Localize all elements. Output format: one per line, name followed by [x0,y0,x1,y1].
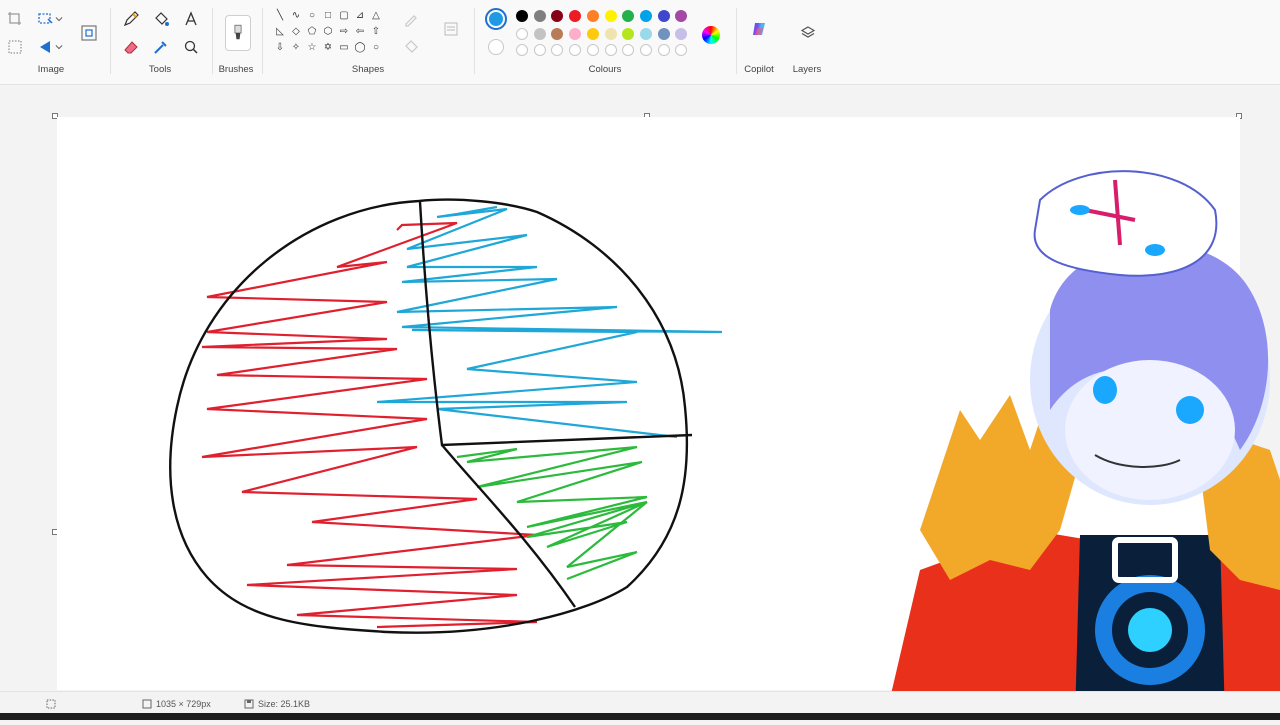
custom-colour-slot[interactable] [604,44,617,56]
separator [262,8,263,74]
taskbar-edge [0,713,1280,720]
shape-callout-rect-icon[interactable]: ▭ [338,42,350,54]
colour-swatch[interactable] [551,10,564,22]
ribbon: Image Tools Brushes ╲ ∿ ○ □ ▢ ⊿ △ ◺ ◇ ⬠ … [0,0,1280,85]
custom-colour-slot[interactable] [622,44,635,56]
shape-curve-icon[interactable]: ∿ [290,10,302,22]
colour-swatch[interactable] [516,28,528,40]
pie-divider [441,444,576,608]
shape-polygon-icon[interactable]: ⊿ [354,10,366,22]
shape-hexagon-icon[interactable]: ⬡ [322,26,334,38]
shape-rounded-rect-icon[interactable]: ▢ [338,10,350,22]
crop-icon[interactable] [4,8,26,30]
canvas-size-text: 1035 × 729px [156,699,211,709]
colour-swatch[interactable] [533,10,546,22]
group-label-colours: Colours [588,64,622,75]
eraser-icon[interactable] [120,36,142,58]
brush-icon [234,24,242,40]
custom-colour-slot[interactable] [657,44,670,56]
file-size-text: Size: 25.1KB [258,699,311,709]
primary-colour-button[interactable] [485,8,507,30]
separator [736,8,737,74]
shape-triangle-icon[interactable]: △ [370,10,382,22]
save-icon [244,699,254,709]
colour-swatch[interactable] [657,28,670,40]
colour-swatch[interactable] [675,10,688,22]
custom-colour-slot[interactable] [533,44,546,56]
group-label-brushes: Brushes [218,64,254,75]
shape-right-triangle-icon[interactable]: ◺ [274,26,286,38]
separator [474,8,475,74]
shape-rectangle-icon[interactable]: □ [322,10,334,22]
avatar [880,150,1280,720]
colour-swatch[interactable] [639,28,652,40]
colour-swatch[interactable] [516,10,528,22]
flip-dropdown-icon[interactable] [52,36,66,58]
colour-swatch[interactable] [533,28,546,40]
group-label-layers: Layers [792,64,822,75]
group-label-shapes: Shapes [351,64,385,75]
custom-colour-slot[interactable] [551,44,564,56]
custom-colour-slot[interactable] [586,44,599,56]
separator [110,8,111,74]
shape-arrow-down-icon[interactable]: ⇩ [274,42,286,54]
green-scribble [456,445,648,581]
layers-icon[interactable] [797,22,819,44]
colour-swatch[interactable] [622,28,635,40]
text-icon[interactable] [180,8,202,30]
colour-swatch[interactable] [657,10,670,22]
colour-swatch[interactable] [604,28,617,40]
canvas-size-icon [142,699,152,709]
file-size-status: Size: 25.1KB [244,699,310,709]
shape-star4-icon[interactable]: ✧ [290,42,302,54]
shape-size-icon[interactable] [440,18,462,40]
group-label-tools: Tools [148,64,172,75]
colour-swatch[interactable] [551,28,564,40]
primary-colour-swatch [489,12,503,26]
pencil-icon[interactable] [120,8,142,30]
outline-icon[interactable] [400,8,422,30]
custom-colour-slot[interactable] [569,44,582,56]
colour-swatch[interactable] [586,28,599,40]
colour-swatch[interactable] [604,10,617,22]
shape-arrow-right-icon[interactable]: ⇨ [338,26,350,38]
brushes-button[interactable] [225,15,251,51]
custom-colour-slot[interactable] [675,44,688,56]
colour-swatch[interactable] [675,28,688,40]
shape-callout-cloud-icon[interactable]: ○ [370,42,382,54]
group-label-image: Image [37,64,65,75]
color-picker-icon[interactable] [150,36,172,58]
red-scribble [201,221,538,629]
secondary-colour-button[interactable] [488,39,504,55]
group-label-copilot: Copilot [744,64,774,75]
shape-arrow-left-icon[interactable]: ⇦ [354,26,366,38]
colour-swatch[interactable] [569,10,582,22]
shape-arrow-up-icon[interactable]: ⇧ [370,26,382,38]
fill-icon[interactable] [150,8,172,30]
shape-callout-oval-icon[interactable]: ◯ [354,42,366,54]
colour-swatch[interactable] [622,10,635,22]
shape-star5-icon[interactable]: ☆ [306,42,318,54]
select-dropdown-icon[interactable] [52,8,66,30]
colour-swatch[interactable] [639,10,652,22]
magnifier-icon[interactable] [180,36,202,58]
shape-line-icon[interactable]: ╲ [274,10,286,22]
shape-fill-icon[interactable] [400,36,422,58]
edit-colours-icon[interactable] [702,26,720,44]
colour-swatch[interactable] [586,10,599,22]
shape-star6-icon[interactable]: ✡ [322,42,334,54]
canvas-size-status: 1035 × 729px [142,699,211,709]
resize-icon[interactable] [78,22,100,44]
selection-icon [46,699,56,709]
custom-colour-slot[interactable] [639,44,652,56]
custom-colour-slot[interactable] [516,44,528,56]
separator [212,8,213,74]
copilot-icon[interactable] [748,18,770,40]
shape-diamond-icon[interactable]: ◇ [290,26,302,38]
rotate-icon[interactable] [4,36,26,58]
shape-oval-icon[interactable]: ○ [306,10,318,22]
shape-pentagon-icon[interactable]: ⬠ [306,26,318,38]
colour-swatch[interactable] [569,28,582,40]
